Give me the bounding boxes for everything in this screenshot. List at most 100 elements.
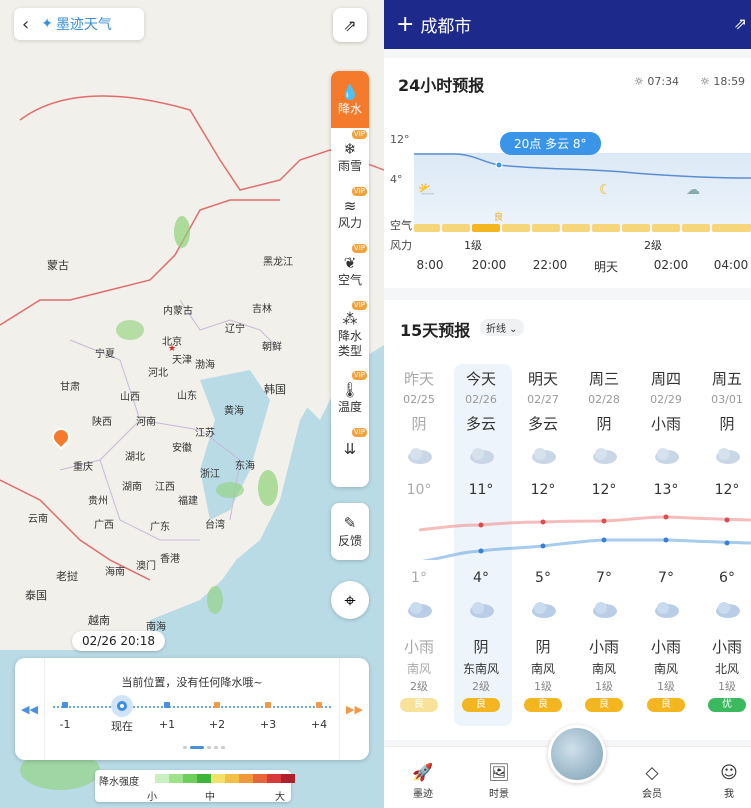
legend-swatch: [253, 774, 267, 783]
radar-map[interactable]: ‹ ✦ 墨迹天气 ⇗ 蒙古 黑龙江 吉林 辽宁 北京 天津 河北 渤海 内蒙古 …: [0, 0, 384, 808]
locate-button[interactable]: ⌖: [331, 581, 369, 619]
nav-label: 会员: [642, 789, 662, 800]
tool-temperature[interactable]: VIP 🌡 温度: [331, 369, 369, 426]
day-weather: 多云: [465, 415, 496, 433]
chart-mode-toggle[interactable]: 折线 ⌄: [480, 319, 524, 336]
drops-icon: 💧: [340, 83, 360, 101]
tool-label: 降水类型: [337, 329, 362, 358]
vip-badge: VIP: [351, 244, 367, 253]
legend-swatch: [281, 774, 295, 783]
tool-rain-snow[interactable]: VIP ❄ 雨雪: [331, 128, 369, 185]
hourly-title: 24小时预报: [398, 76, 485, 95]
y-label-top: 12°: [390, 133, 410, 146]
day-high: 10°: [406, 482, 432, 498]
wind-direction: 东南风: [462, 662, 499, 676]
day-date: 02/28: [588, 393, 620, 406]
aqi-bar: [622, 224, 650, 232]
map-label: 吉林: [252, 304, 272, 315]
map-label: 重庆: [73, 462, 93, 473]
city-name[interactable]: 成都市: [420, 12, 471, 37]
tool-air[interactable]: VIP ❦ 空气: [331, 242, 369, 299]
timeline-tick[interactable]: [214, 702, 220, 708]
wind-level: 1级: [718, 680, 736, 693]
daily-card: 15天预报 折线 ⌄ 昨天 02/25 阴 10° 1° 小雨 南风 2级良 今天 02/26 多云…: [384, 300, 751, 740]
map-label: 东海: [235, 461, 255, 472]
timeline-panel: ◀◀ ▶▶ 当前位置，没有任何降水哦~ -1 现在 +1 +2 +3 +4: [15, 658, 369, 760]
cloud-icon: [470, 448, 494, 464]
timeline-handle[interactable]: [111, 695, 133, 717]
wind-level: 1级: [464, 239, 482, 252]
map-label: 河南: [136, 417, 156, 428]
sunset-icon: ☼: [700, 75, 714, 88]
legend-swatch: [197, 774, 211, 783]
aqi-bar: [682, 224, 710, 232]
share-icon: ⇗: [343, 15, 357, 35]
timeline-track[interactable]: [53, 706, 331, 708]
time-badge: 02/26 20:18: [72, 631, 165, 651]
timeline-tick[interactable]: [316, 702, 322, 708]
nav-vip[interactable]: ◇ 会员: [622, 761, 682, 800]
forecast-pane: + 成都市 ⇗ 24小时预报 ☼ 07:34 ☼ 18:59 12° 4° 20…: [384, 0, 751, 808]
night-weather: 阴: [473, 638, 489, 656]
cloud-icon: [408, 448, 432, 464]
app-name: 墨迹天气: [55, 17, 112, 33]
legend-swatch: [225, 774, 239, 783]
bottom-nav: 🚀 墨迹 🖼 时景 ◇ 会员 ☺ 我: [384, 725, 751, 808]
map-label: 湖北: [125, 452, 145, 463]
map-label: 浙江: [200, 469, 220, 480]
back-button[interactable]: ‹ ✦ 墨迹天气: [14, 8, 144, 40]
crosshair-icon: ⌖: [344, 588, 356, 612]
night-weather: 阴: [535, 638, 551, 656]
timeline-tick[interactable]: [164, 702, 170, 708]
share-button[interactable]: ⇗: [333, 8, 367, 42]
timeline-tick[interactable]: [62, 702, 68, 708]
timeline-tick[interactable]: [265, 702, 271, 708]
sunrise-info: ☼ 07:34: [634, 75, 679, 88]
share-icon[interactable]: ⇗: [734, 14, 747, 33]
tool-temp-more[interactable]: VIP ⇊: [331, 426, 369, 471]
city-header: + 成都市 ⇗: [384, 0, 751, 49]
map-label: 香港: [160, 554, 180, 565]
wind-level: 2级: [472, 680, 490, 693]
cloud-icon: [655, 602, 679, 618]
aqi-bar: [442, 224, 470, 232]
center-scene-button[interactable]: [548, 725, 606, 783]
precip-type-icon: ⁂: [342, 310, 358, 328]
map-label: 福建: [178, 496, 198, 507]
map-label: 台湾: [205, 520, 225, 531]
timeline-label: -1: [59, 718, 71, 731]
hour-label: 明天: [593, 260, 618, 274]
wind-level: 2级: [410, 680, 428, 693]
legend-swatch: [211, 774, 225, 783]
legend-swatch: [267, 774, 281, 783]
cloud-icon: ☁: [686, 182, 700, 198]
map-label: 安徽: [172, 443, 192, 454]
tool-precip-type[interactable]: VIP ⁂ 降水类型: [331, 299, 369, 369]
night-low: 7°: [658, 570, 674, 586]
map-label: 云南: [28, 514, 48, 525]
nav-me[interactable]: ☺ 我: [699, 761, 751, 800]
legend-swatch: [169, 774, 183, 783]
add-city-button[interactable]: +: [396, 12, 414, 37]
air-good-label: 良: [494, 213, 504, 223]
feedback-button[interactable]: ✎ 反馈: [331, 503, 369, 560]
tool-wind[interactable]: VIP ≋ 风力: [331, 185, 369, 242]
legend-color-bar: [155, 774, 295, 783]
user-icon: ☺: [720, 763, 738, 783]
chart-mode-label: 折线: [486, 324, 506, 335]
nav-label: 我: [724, 789, 734, 800]
aqi-bar: [592, 224, 620, 232]
map-label: 老挝: [56, 570, 78, 583]
tool-precipitation[interactable]: 💧 降水: [331, 71, 369, 128]
hourly-card: 24小时预报 ☼ 07:34 ☼ 18:59 12° 4° 20点 多云 8° …: [384, 58, 751, 288]
tool-label: 空气: [337, 273, 362, 287]
timeline-label: +1: [158, 718, 176, 731]
moji-logo-icon: ✦: [41, 16, 53, 32]
nav-moji[interactable]: 🚀 墨迹: [393, 761, 453, 800]
nav-scene[interactable]: 🖼 时景: [469, 761, 529, 800]
cloud-icon: [470, 602, 494, 618]
legend-small: 小: [147, 792, 157, 803]
map-label: 韩国: [264, 383, 286, 396]
tool-label: 温度: [337, 400, 362, 414]
cloud-icon: [532, 602, 556, 618]
